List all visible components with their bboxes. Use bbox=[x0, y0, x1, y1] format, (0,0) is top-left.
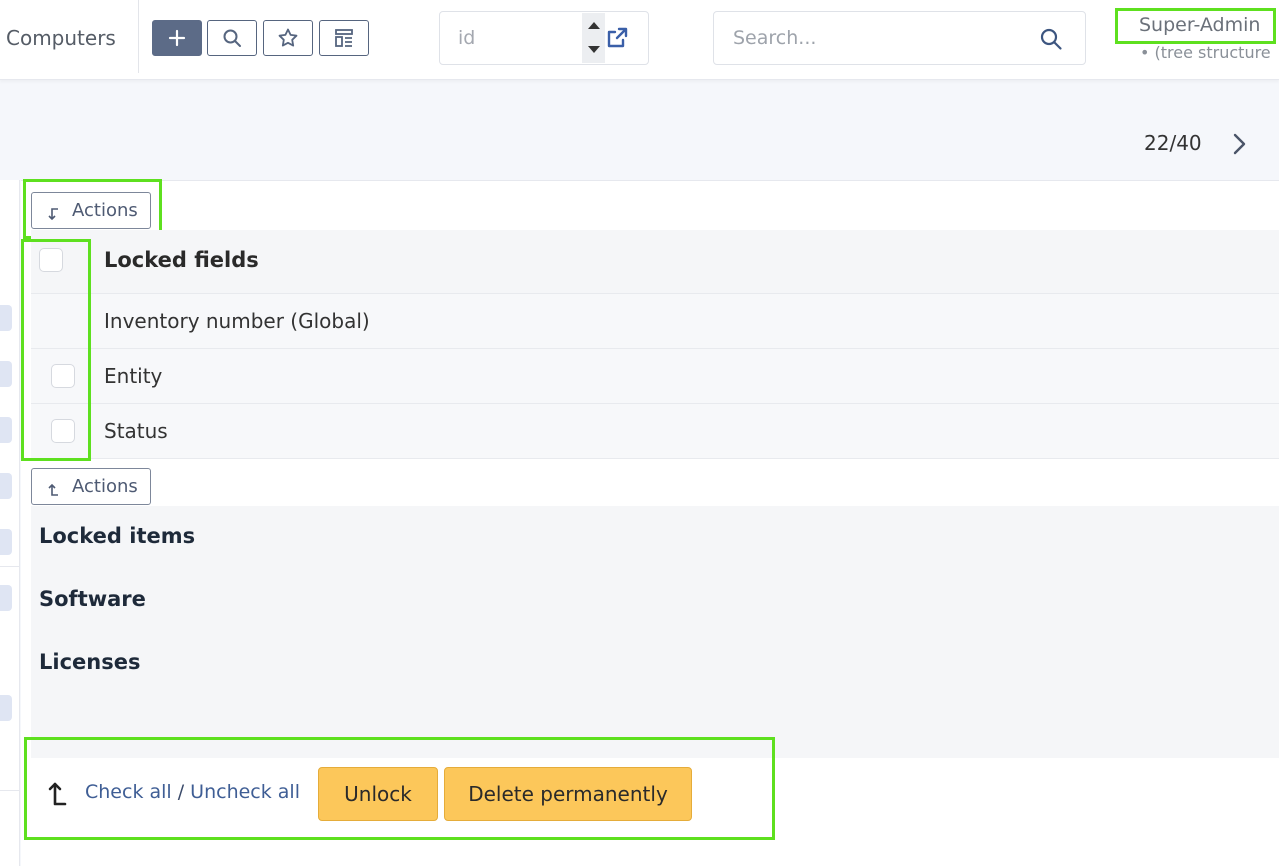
global-search-input[interactable] bbox=[733, 24, 1023, 52]
actions-label: Actions bbox=[72, 476, 138, 497]
template-icon bbox=[335, 29, 353, 47]
divider bbox=[0, 566, 20, 567]
corner-up-left-icon bbox=[48, 483, 58, 496]
plus-icon bbox=[168, 29, 186, 47]
row-checkbox[interactable] bbox=[51, 419, 75, 443]
sidebar-tab[interactable] bbox=[0, 529, 12, 555]
uncheck-all-link[interactable]: Uncheck all bbox=[190, 781, 300, 803]
corner-down-left-icon bbox=[48, 207, 58, 220]
row-checkbox[interactable] bbox=[51, 364, 75, 388]
sidebar-tab[interactable] bbox=[0, 361, 12, 387]
id-input[interactable] bbox=[458, 24, 578, 52]
top-bar: Computers Super-Admin • (tree structure bbox=[0, 0, 1279, 80]
table-header-locked-fields: Locked fields bbox=[104, 248, 259, 272]
chevron-up-icon[interactable] bbox=[588, 22, 600, 29]
actions-button-top[interactable]: Actions bbox=[31, 192, 151, 229]
star-icon bbox=[278, 28, 298, 47]
row-label: Entity bbox=[104, 364, 163, 388]
search-icon bbox=[223, 29, 241, 47]
divider bbox=[138, 0, 139, 73]
global-search-box bbox=[713, 11, 1086, 65]
section-licenses: Licenses bbox=[39, 650, 141, 674]
sidebar-tab[interactable] bbox=[0, 585, 12, 611]
unlock-button[interactable]: Unlock bbox=[318, 767, 438, 821]
table-header-row: Locked fields bbox=[31, 230, 1279, 294]
left-sidebar-strip bbox=[0, 180, 20, 866]
table-row: Status bbox=[31, 404, 1279, 459]
profile-name[interactable]: Super-Admin bbox=[1139, 14, 1260, 36]
id-stepper[interactable] bbox=[582, 13, 605, 63]
section-locked-items: Locked items bbox=[39, 524, 196, 548]
divider bbox=[0, 790, 20, 791]
external-link-icon[interactable] bbox=[605, 26, 629, 50]
delete-permanently-button[interactable]: Delete permanently bbox=[444, 767, 692, 821]
check-links: Check all / Uncheck all bbox=[85, 781, 300, 803]
row-label: Inventory number (Global) bbox=[104, 309, 370, 333]
actions-label: Actions bbox=[72, 200, 138, 221]
chevron-down-icon[interactable] bbox=[588, 46, 600, 53]
arrow-turn-up-icon bbox=[48, 782, 67, 806]
select-all-checkbox[interactable] bbox=[39, 248, 63, 272]
locked-fields-table: Locked fields Inventory number (Global) … bbox=[31, 230, 1279, 459]
table-row: Inventory number (Global) bbox=[31, 294, 1279, 349]
section-software: Software bbox=[39, 587, 146, 611]
sidebar-tab[interactable] bbox=[0, 417, 12, 443]
saved-searches-button[interactable] bbox=[263, 20, 313, 56]
table-row: Entity bbox=[31, 349, 1279, 404]
row-label: Status bbox=[104, 419, 168, 443]
chevron-right-icon[interactable] bbox=[1228, 130, 1252, 158]
templates-button[interactable] bbox=[319, 20, 369, 56]
add-button[interactable] bbox=[152, 20, 202, 56]
search-icon[interactable] bbox=[1039, 27, 1063, 51]
pager-count: 22/40 bbox=[1144, 131, 1202, 155]
locked-sections: Locked items Software Licenses bbox=[31, 506, 1279, 758]
sidebar-tab[interactable] bbox=[0, 695, 12, 721]
breadcrumb-computers[interactable]: Computers bbox=[6, 26, 116, 50]
link-separator: / bbox=[171, 781, 191, 803]
check-all-link[interactable]: Check all bbox=[85, 781, 172, 803]
sidebar-tab[interactable] bbox=[0, 305, 12, 331]
profile-entity[interactable]: • (tree structure bbox=[1140, 43, 1271, 62]
actions-button-bottom[interactable]: Actions bbox=[31, 468, 151, 505]
search-button[interactable] bbox=[207, 20, 257, 56]
sidebar-tab[interactable] bbox=[0, 473, 12, 499]
